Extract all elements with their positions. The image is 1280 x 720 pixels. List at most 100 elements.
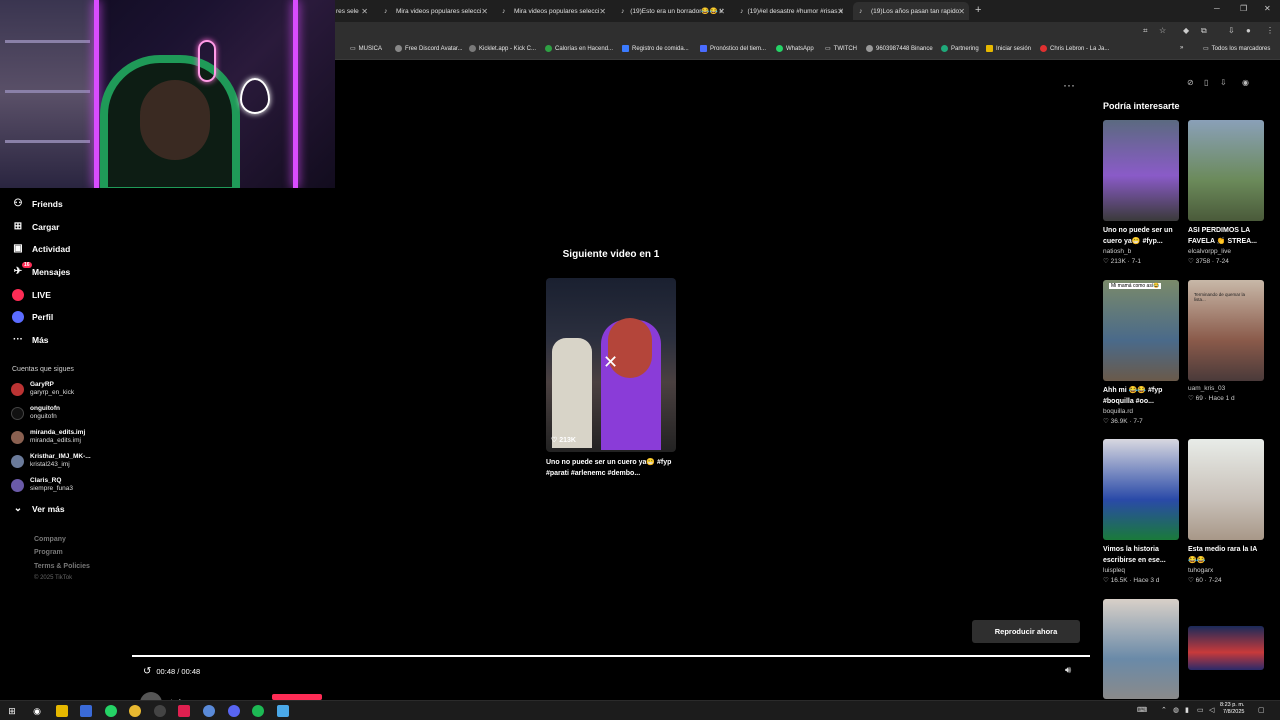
file-explorer-icon[interactable]: [56, 705, 68, 717]
recommendation-card[interactable]: Esta medio rara la IA 😂😂 tuhogarx ♡ 60 ·…: [1188, 439, 1264, 584]
browser-tab[interactable]: ♪ Mira videos populares selecci ✕: [378, 2, 492, 20]
discord-icon[interactable]: [228, 705, 240, 717]
browser-tab[interactable]: ♪ (19)#el desastre #humor #risas # ✕: [734, 2, 848, 20]
play-now-button[interactable]: Reproducir ahora: [972, 620, 1080, 643]
footer-link[interactable]: Company: [34, 536, 66, 543]
nav-more[interactable]: ··· Más: [12, 334, 49, 345]
bookmark-item[interactable]: Chris Lebron - La Ja...: [1040, 45, 1109, 52]
chrome-icon[interactable]: [203, 705, 215, 717]
keyboard-icon[interactable]: ⌨: [1137, 706, 1147, 714]
recommendation-card[interactable]: Vimos la historia escribirse en ese... l…: [1103, 439, 1179, 584]
download-icon[interactable]: ⇩: [1220, 78, 1227, 87]
browser-tab[interactable]: ♪ Mira videos populares selecci ✕: [496, 2, 610, 20]
profile-avatar-icon[interactable]: ◉: [1242, 78, 1249, 87]
tray-icon[interactable]: ▮: [1185, 706, 1189, 714]
recommendation-card[interactable]: Mi mamá como así😂 Ahh mi 😂😂 #fyp #boquil…: [1103, 280, 1179, 425]
close-icon[interactable]: ✕: [718, 7, 725, 16]
network-icon[interactable]: ▭: [1197, 706, 1204, 714]
close-icon[interactable]: ✕: [958, 7, 965, 16]
replay-icon[interactable]: ↺: [143, 666, 151, 677]
close-icon[interactable]: ✕: [603, 352, 618, 373]
bookmark-item[interactable]: Pronóstico del tiem...: [700, 45, 766, 52]
bookmark-item[interactable]: ▭ TWITCH: [825, 45, 857, 53]
notifications-icon[interactable]: ▢: [1258, 706, 1265, 714]
nav-messages[interactable]: ✈ 16 Mensajes: [12, 262, 70, 277]
close-icon[interactable]: ✕: [481, 7, 488, 16]
recommendation-card[interactable]: Terminando de quemar la lista... uam_kri…: [1188, 280, 1264, 402]
close-window-icon[interactable]: ✕: [1264, 4, 1271, 13]
bookmark-item[interactable]: Partnering: [941, 45, 979, 52]
volume-icon[interactable]: ◁: [1209, 706, 1214, 714]
browser-tab[interactable]: ♪ (19)Esto era un borrador😂😂 # ✕: [615, 2, 729, 20]
recommendation-card[interactable]: [1188, 626, 1264, 670]
download-icon[interactable]: ⇩: [1228, 26, 1235, 35]
nav-live[interactable]: LIVE: [12, 289, 51, 301]
system-clock[interactable]: 8:23 p. m. 7/8/2025: [1220, 702, 1244, 716]
windows-start-icon[interactable]: ⊞: [6, 705, 18, 717]
bookmark-item[interactable]: Registro de comida...: [622, 45, 689, 52]
bookmark-item[interactable]: ▭ MUSICA: [350, 45, 382, 53]
recommendation-card[interactable]: ASI PERDIMOS LA FAVELA 👏 STREA... elcalv…: [1188, 120, 1264, 265]
nav-upload[interactable]: ⊞ Cargar: [12, 221, 60, 232]
tiktok-icon: ♪: [502, 7, 506, 15]
followed-account[interactable]: onguitofn onguitofn: [11, 405, 60, 421]
new-tab-button[interactable]: +: [975, 4, 981, 16]
volume-icon[interactable]: 🔊︎: [1065, 665, 1071, 676]
nav-profile[interactable]: Perfil: [12, 311, 53, 323]
app-icon[interactable]: [80, 705, 92, 717]
profile-avatar-icon[interactable]: ●: [1246, 26, 1251, 35]
footer-link[interactable]: Terms & Policies: [34, 563, 90, 570]
chrome-icon[interactable]: [129, 705, 141, 717]
followed-account[interactable]: miranda_edits.imj miranda_edits.imj: [11, 429, 85, 445]
app-icon[interactable]: [277, 705, 289, 717]
bookmark-icon: [622, 45, 629, 52]
bookmark-item[interactable]: Calorías en Hacend...: [545, 45, 613, 52]
spotify-icon[interactable]: [252, 705, 264, 717]
recommendation-card[interactable]: [1103, 599, 1179, 699]
bookmark-item[interactable]: Free Discord Avatar...: [395, 45, 463, 52]
cast-icon[interactable]: ⌗: [1143, 26, 1148, 36]
extension-icon[interactable]: ◆: [1183, 26, 1189, 35]
like-count: ♡ 213K: [551, 437, 576, 444]
tray-icon[interactable]: ◍: [1173, 706, 1179, 714]
bookmark-item[interactable]: WhatsApp: [776, 45, 814, 52]
bookmark-icon: [986, 45, 993, 52]
bookmarks-overflow[interactable]: »: [1180, 45, 1183, 51]
bookmark-item[interactable]: Kicklet.app - Kick C...: [469, 45, 536, 52]
minimize-icon[interactable]: ─: [1214, 4, 1220, 13]
settings-icon[interactable]: ⊘: [1187, 78, 1194, 87]
see-more-button[interactable]: ⌄ Ver más: [12, 503, 65, 514]
nav-activity[interactable]: ▣ Actividad: [12, 243, 70, 254]
close-icon[interactable]: ✕: [361, 7, 368, 16]
whatsapp-icon[interactable]: [105, 705, 117, 717]
nav-friends[interactable]: ⚇ Friends: [12, 198, 63, 209]
maximize-icon[interactable]: ❐: [1240, 4, 1247, 13]
folder-icon: ▭: [825, 46, 831, 52]
chevron-up-icon[interactable]: ⌃: [1161, 706, 1167, 714]
followed-account[interactable]: Claris_RQ siempre_funa3: [11, 477, 73, 493]
more-options-icon[interactable]: ···: [1063, 78, 1075, 92]
app-icon[interactable]: [154, 705, 166, 717]
menu-icon[interactable]: ⋮: [1266, 26, 1274, 35]
recommendation-card[interactable]: Uno no puede ser un cuero ya😁 #fyp... na…: [1103, 120, 1179, 265]
close-icon[interactable]: ✕: [837, 7, 844, 16]
all-bookmarks[interactable]: ▭ Todos los marcadores: [1203, 45, 1270, 53]
next-video-thumbnail[interactable]: ✕ ♡ 213K: [546, 278, 676, 452]
followed-account[interactable]: GaryRP garyrp_en_kick: [11, 381, 74, 397]
followed-account[interactable]: Kristhar_IMJ_MK-... kristal243_imj: [11, 453, 91, 469]
progress-bar[interactable]: [132, 655, 1090, 657]
next-video-caption[interactable]: Uno no puede ser un cuero ya😁 #fyp #para…: [546, 457, 681, 479]
tab-label: res sele: [336, 7, 359, 15]
bookmark-item[interactable]: Iniciar sesión: [986, 45, 1031, 52]
star-icon[interactable]: ☆: [1159, 26, 1166, 35]
browser-tab-active[interactable]: ♪ (19)Los años pasan tan rapido ✕: [853, 2, 969, 20]
footer-link[interactable]: Program: [34, 549, 63, 556]
device-icon[interactable]: ▯: [1204, 78, 1208, 87]
puzzle-icon[interactable]: ⧉: [1201, 26, 1207, 36]
opera-icon[interactable]: [178, 705, 190, 717]
close-icon[interactable]: ✕: [599, 7, 606, 16]
browser-tab[interactable]: res sele ✕: [330, 2, 372, 20]
app-icon[interactable]: ◉: [31, 705, 43, 717]
heart-icon: ♡: [551, 437, 560, 444]
bookmark-item[interactable]: 9603987448 Binance: [866, 45, 933, 52]
